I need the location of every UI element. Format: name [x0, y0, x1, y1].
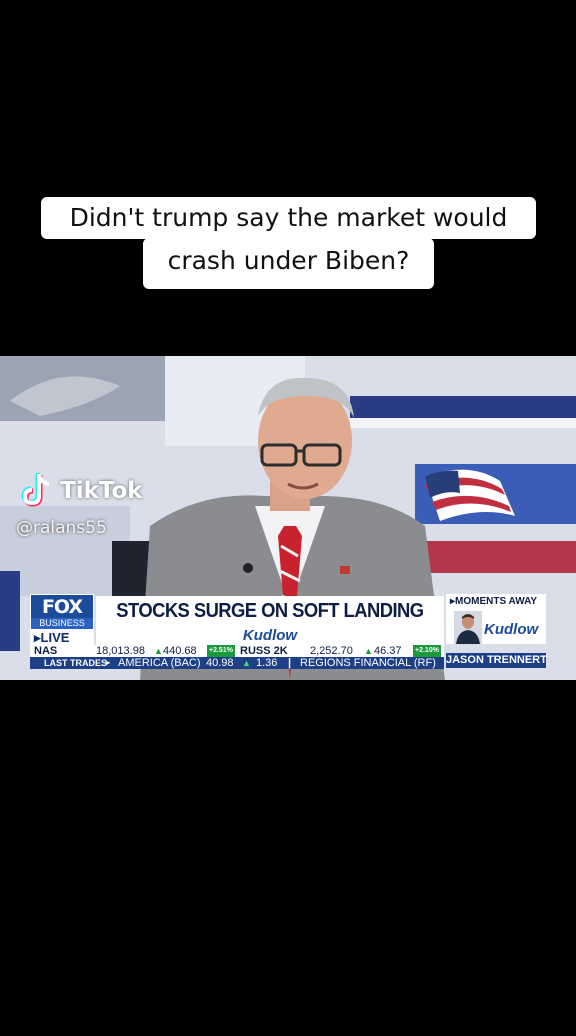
- up-arrow-icon: ▲: [242, 658, 251, 668]
- up-arrow-icon: ▲: [154, 646, 163, 656]
- fox-logo-word: FOX: [41, 596, 83, 618]
- live-badge: ▸LIVE: [30, 630, 94, 645]
- fox-logo-sub: BUSINESS: [31, 618, 93, 629]
- show-name: Kudlow: [242, 627, 298, 644]
- moments-away-label: ▸MOMENTS AWAY: [450, 596, 538, 607]
- tiktok-logo-icon: [21, 473, 50, 507]
- fox-business-logo: FOX BUSINESS: [30, 594, 94, 630]
- ticker-indices: NAS 18,013.98 ▲ 440.68 +2.51% RUSS 2K 2,…: [30, 645, 444, 657]
- tiktok-username[interactable]: @ralans55: [16, 518, 107, 538]
- ticker-russ-pct: +2.10%: [413, 645, 441, 657]
- ticker-russ-change: 46.37: [374, 645, 402, 657]
- ticker-nas-pct: +2.51%: [207, 645, 235, 657]
- moments-show-name: Kudlow: [484, 621, 539, 638]
- ticker-nas-value: 18,013.98: [96, 645, 145, 657]
- up-arrow-icon: ▲: [364, 646, 373, 656]
- ticker-last-trades-label: LAST TRADES: [44, 658, 107, 668]
- ticker-nas-change: 440.68: [163, 645, 197, 657]
- ticker-item1: AMERICA (BAC): [118, 657, 201, 669]
- ticker-nas-label: NAS: [34, 645, 58, 657]
- ticker-russ-label: RUSS 2K: [240, 645, 288, 657]
- play-triangle-icon: ▸: [106, 658, 111, 667]
- ticker-russ-value: 2,252.70: [310, 645, 353, 657]
- news-headline: STOCKS SURGE ON SOFT LANDING HOPES: [96, 596, 444, 652]
- caption-line-2: crash under Biben?: [143, 238, 434, 289]
- ticker-item1-value: 40.98: [206, 657, 234, 669]
- ticker-item1-change: 1.36: [256, 657, 278, 669]
- guest-avatar: [454, 611, 482, 644]
- ticker-item2: REGIONS FINANCIAL (RF): [300, 657, 436, 669]
- ticker-divider: |: [288, 657, 292, 669]
- caption-line-1: Didn't trump say the market would: [41, 197, 536, 239]
- tiktok-brand: TikTok: [60, 478, 143, 504]
- ticker-last-trades: LAST TRADES ▸ AMERICA (BAC) 40.98 ▲ 1.36…: [30, 657, 444, 669]
- guest-name: JASON TRENNERT: [446, 653, 547, 668]
